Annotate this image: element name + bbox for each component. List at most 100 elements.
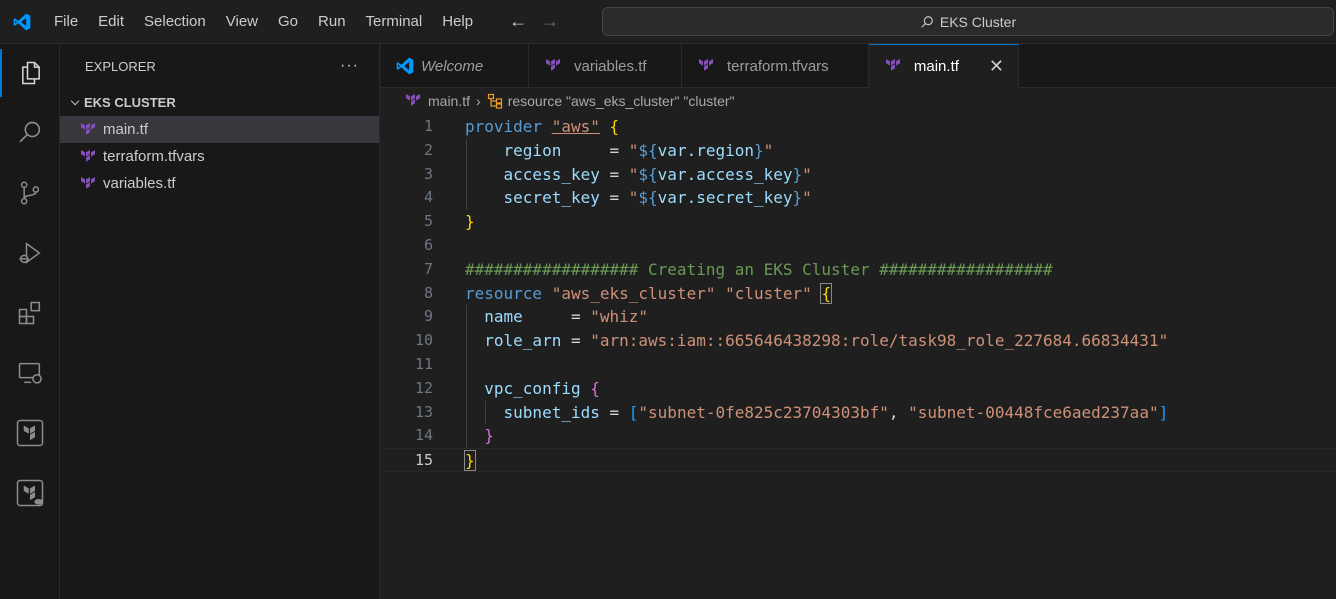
menu-go[interactable]: Go [268, 8, 308, 36]
explorer-icon[interactable] [0, 49, 60, 97]
back-arrow-icon[interactable]: ← [509, 11, 527, 32]
explorer-header: EXPLORER ··· [60, 44, 379, 88]
tab-terraform-tfvars[interactable]: terraform.tfvars [682, 44, 869, 88]
line-number: 10 [414, 331, 433, 350]
search-icon[interactable] [0, 109, 60, 157]
terraform-icon [883, 57, 903, 75]
file-terraform-tfvars[interactable]: terraform.tfvars [60, 143, 379, 170]
code-token: var.region [657, 140, 754, 160]
menu-run[interactable]: Run [308, 8, 356, 36]
code-text: vpc_config { [465, 377, 600, 401]
code-token: "cluster" [725, 283, 812, 303]
code-token: , [888, 402, 909, 422]
command-center-text: EKS Cluster [939, 13, 1017, 30]
remote-explorer-icon[interactable] [0, 349, 60, 397]
code-text: access_key = "${var.access_key}" [465, 163, 812, 187]
search-icon [921, 15, 933, 28]
code-line[interactable]: 8 resource "aws_eks_cluster" "cluster" { [381, 282, 1336, 306]
symbol-structure-icon [487, 93, 502, 109]
terraform-icon[interactable] [0, 409, 60, 457]
code-token: } [754, 140, 764, 160]
code-line[interactable]: 13 subnet_ids = ["subnet-0fe825c23704303… [381, 401, 1336, 425]
menu-edit[interactable]: Edit [88, 8, 134, 36]
code-line[interactable]: 4 secret_key = "${var.secret_key}" [381, 186, 1336, 210]
code-token: provider [465, 117, 543, 136]
code-token: vpc_config [484, 378, 581, 398]
code-token: "subnet-00448fce6aed237aa" [908, 402, 1159, 422]
code-token: = [599, 402, 629, 422]
code-line[interactable]: 2 region = "${var.region}" [381, 139, 1336, 163]
code-line[interactable]: 1 provider "aws" { [381, 115, 1336, 139]
code-line[interactable]: 7 ################## Creating an EKS Clus… [381, 258, 1336, 282]
folder-label: EKS CLUSTER [84, 94, 176, 110]
file-variables-tf[interactable]: variables.tf [60, 170, 379, 197]
title-bar: File Edit Selection View Go Run Terminal… [0, 0, 1336, 44]
file-label: variables.tf [103, 175, 176, 192]
line-number: 1 [423, 117, 433, 135]
extensions-icon[interactable] [0, 289, 60, 337]
chevron-down-icon: ⌵ [70, 95, 80, 108]
vscode-logo-icon[interactable] [0, 0, 44, 44]
run-debug-icon[interactable] [0, 229, 60, 277]
tab-main-tf[interactable]: main.tf ✕ [869, 44, 1019, 88]
tab-label: terraform.tfvars [727, 57, 829, 75]
code-line[interactable]: 5} [381, 210, 1336, 234]
tab-label: variables.tf [574, 57, 647, 75]
more-actions-icon[interactable]: ··· [340, 57, 359, 75]
code-line[interactable]: 12 vpc_config { [381, 377, 1336, 401]
code-token: } [484, 426, 494, 446]
menu-help[interactable]: Help [432, 8, 483, 36]
tab-welcome[interactable]: Welcome [381, 44, 529, 88]
indent-guide [466, 305, 467, 449]
close-icon[interactable]: ✕ [989, 56, 1004, 77]
menu-terminal[interactable]: Terminal [356, 8, 433, 36]
code-line[interactable]: 9 name = "whiz" [381, 305, 1336, 329]
code-token: "arn:aws:iam::665646438298:role/task98_r… [590, 331, 1169, 351]
terraform-icon [403, 92, 423, 110]
line-number: 13 [414, 402, 433, 421]
code-token: subnet_ids [503, 402, 600, 422]
line-number: 3 [423, 164, 433, 183]
code-token: " [628, 140, 639, 160]
code-token: role_arn [484, 331, 562, 351]
file-main-tf[interactable]: main.tf [60, 116, 379, 143]
indent-guide [466, 138, 467, 211]
code-editor[interactable]: 1 provider "aws" {2 region = "${var.regio… [381, 114, 1336, 599]
breadcrumb-symbol[interactable]: resource "aws_eks_cluster" "cluster" [508, 93, 735, 109]
line-number: 12 [414, 378, 433, 397]
code-token: " [628, 188, 639, 208]
terraform-cloud-icon[interactable] [0, 469, 60, 517]
code-line[interactable]: 11 [381, 353, 1336, 377]
code-line[interactable]: 6 [381, 234, 1336, 258]
menu-view[interactable]: View [216, 8, 268, 36]
code-token: { [590, 378, 600, 398]
code-line[interactable]: 14 } [381, 424, 1336, 448]
code-token: var.secret_key [657, 188, 793, 208]
code-text: region = "${var.region}" [465, 139, 774, 163]
code-text: name = "whiz" [465, 305, 648, 329]
code-line[interactable]: 3 access_key = "${var.access_key}" [381, 163, 1336, 187]
code-token: " [763, 140, 774, 160]
forward-arrow-icon[interactable]: → [541, 11, 559, 32]
code-line[interactable]: 10 role_arn = "arn:aws:iam::665646438298… [381, 329, 1336, 353]
menu-selection[interactable]: Selection [134, 8, 216, 36]
code-token: } [464, 450, 476, 472]
code-text: provider "aws" { [465, 115, 619, 139]
indent-guide [485, 400, 486, 425]
breadcrumb-file[interactable]: main.tf [428, 93, 470, 109]
code-line[interactable]: 15} [381, 448, 1336, 472]
folder-eks-cluster[interactable]: ⌵ EKS CLUSTER [60, 88, 379, 116]
menu-file[interactable]: File [44, 8, 88, 36]
file-label: terraform.tfvars [103, 148, 205, 165]
tab-variables-tf[interactable]: variables.tf [529, 44, 682, 88]
command-center-search[interactable]: EKS Cluster [602, 7, 1334, 36]
source-control-icon[interactable] [0, 169, 60, 217]
terraform-file-icon [78, 175, 98, 193]
file-label: main.tf [103, 121, 149, 138]
